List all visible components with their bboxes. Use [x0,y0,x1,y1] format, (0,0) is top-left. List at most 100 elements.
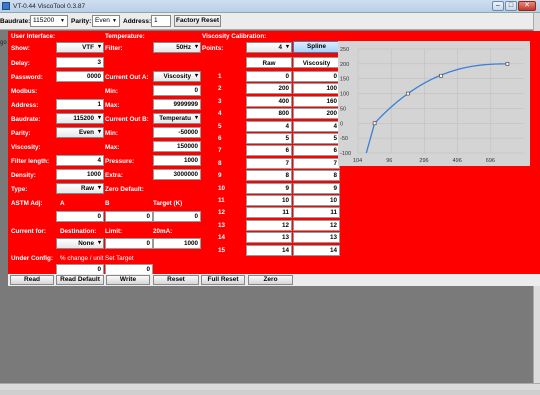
min-a-input[interactable]: 0 [153,85,201,96]
zero-button[interactable]: Zero [248,275,293,285]
calibration-row-number: 12 [218,209,226,217]
calibration-raw-input[interactable]: 200 [246,83,292,95]
password-input[interactable]: 0000 [56,71,104,82]
calibration-raw-input[interactable]: 14 [246,244,292,256]
current-out-b-select[interactable]: Temperatu [153,113,201,124]
horizontal-scrollbar[interactable] [0,383,540,390]
20ma-input[interactable]: 1000 [153,238,201,249]
calibration-raw-input[interactable]: 800 [246,108,292,120]
chart-y-tick-label: 0 [340,121,343,127]
calibration-viscosity-input[interactable]: 10 [293,195,340,206]
show-label: Show: [11,45,30,52]
target-input[interactable]: 0 [153,211,201,222]
calibration-viscosity-input[interactable]: 14 [293,244,340,256]
points-select[interactable]: 4 [246,42,292,53]
calibration-raw-input[interactable]: 7 [246,157,292,169]
calibration-raw-input[interactable]: 5 [246,133,292,144]
limit-input[interactable]: 0 [105,238,153,249]
address-input[interactable]: 1 [151,15,171,27]
current-for-select[interactable]: None [56,238,104,249]
type-select[interactable]: Raw [56,183,104,194]
calibration-viscosity-input[interactable]: 6 [293,145,340,157]
action-bar: Read Read Default Write Reset Full Reset… [8,274,540,286]
calibration-raw-input[interactable]: 6 [246,145,292,157]
modbus-label: Modbus: [11,88,38,95]
chart-x-tick-label: 104 [353,158,362,164]
calibration-raw-input[interactable]: 11 [246,207,292,219]
baudrate-select[interactable]: 115200 ▼ [30,15,68,27]
min-b-input[interactable]: -50000 [153,127,201,138]
spline-button[interactable]: Spline [293,41,340,53]
calibration-viscosity-input[interactable]: 100 [293,83,340,95]
parity-select[interactable]: Even ▼ [92,15,120,27]
minimize-button[interactable]: – [492,1,504,11]
calibration-viscosity-input[interactable]: 13 [293,232,340,244]
calibration-raw-input[interactable]: 9 [246,182,292,194]
filter-length-input[interactable]: 4 [56,155,104,166]
extra-input[interactable]: 3000000 [153,169,201,180]
parity-select[interactable]: Even [56,127,104,138]
calibration-viscosity-input[interactable]: 160 [293,95,340,107]
calibration-viscosity-input[interactable]: 11 [293,207,340,219]
chart-y-tick-label: 100 [340,92,349,98]
max-b-input[interactable]: 150000 [153,141,201,152]
astm-a-input[interactable]: 0 [56,211,104,222]
calibration-raw-input[interactable]: 8 [246,170,292,182]
chart-y-tick-label: 200 [340,62,349,68]
address-input[interactable]: 1 [56,99,104,110]
destination-label: Destination: [60,228,97,235]
calibration-viscosity-input[interactable]: 0 [293,71,340,82]
density-input[interactable]: 1000 [56,169,104,180]
calibration-chart: 250 200 150 100 50 0 -50 -100 104 96 296 496 696 [338,41,530,166]
limit-label: Limit: [105,228,123,235]
calibration-row-number: 11 [218,197,225,204]
calibration-viscosity-input[interactable]: 8 [293,170,340,182]
read-button[interactable]: Read [10,275,54,285]
show-select[interactable]: VTF [56,42,104,53]
calibration-raw-input[interactable]: 0 [246,71,292,82]
temperature-title: Temperature: [105,33,145,40]
min-b-label: Min: [105,130,118,137]
delay-label: Delay: [11,60,30,67]
read-default-button[interactable]: Read Default [56,275,104,285]
password-label: Password: [11,74,43,81]
max-a-input[interactable]: 9999999 [153,99,201,110]
delay-input[interactable]: 3 [56,57,104,68]
connection-toolbar: Baudrate: 115200 ▼ Parity: Even ▼ Address:… [0,13,540,30]
window-title: VT-0.44 ViscoTool 0.3.87 [13,3,86,10]
reset-button[interactable]: Reset [153,275,199,285]
full-reset-button[interactable]: Full Reset [201,275,245,285]
parity-label: Parity: [11,130,31,137]
calibration-viscosity-input[interactable]: 200 [293,108,340,120]
calibration-row-number: 14 [218,234,226,242]
calibration-viscosity-input[interactable]: 4 [293,120,340,132]
calibration-raw-input[interactable]: 13 [246,232,292,244]
20ma-label: 20mA: [153,228,173,235]
maximize-button[interactable]: □ [505,1,517,11]
current-out-a-select[interactable]: Viscosity [153,71,201,82]
calibration-row-number: 8 [218,159,222,167]
write-button[interactable]: Write [106,275,150,285]
calibration-raw-input[interactable]: 10 [246,195,292,206]
pressure-input[interactable]: 1000 [153,155,201,166]
calibration-raw-input[interactable]: 400 [246,95,292,107]
calibration-viscosity-input[interactable]: 5 [293,133,340,144]
chart-y-tick-label: 150 [340,77,349,83]
density-label: Density: [11,172,36,179]
viscosity-label: Viscosity: [11,144,41,151]
close-button[interactable]: ✕ [518,1,536,11]
change-per-unit-label: % change / unit [60,255,104,262]
calibration-viscosity-input[interactable]: 9 [293,182,340,194]
baudrate-select[interactable]: 115200 [56,113,104,124]
chart-data-point [439,73,443,78]
astm-b-input[interactable]: 0 [105,211,153,222]
filter-select[interactable]: 50Hz [153,42,201,53]
calibration-row-number: 7 [218,147,222,155]
calibration-viscosity-input[interactable]: 12 [293,219,340,231]
factory-reset-button[interactable]: Factory Reset [174,15,221,27]
calibration-viscosity-input[interactable]: 7 [293,157,340,169]
calibration-raw-input[interactable]: 4 [246,120,292,132]
calibration-row-number: 1 [218,73,222,80]
max-a-label: Max: [105,102,120,109]
calibration-raw-input[interactable]: 12 [246,219,292,231]
